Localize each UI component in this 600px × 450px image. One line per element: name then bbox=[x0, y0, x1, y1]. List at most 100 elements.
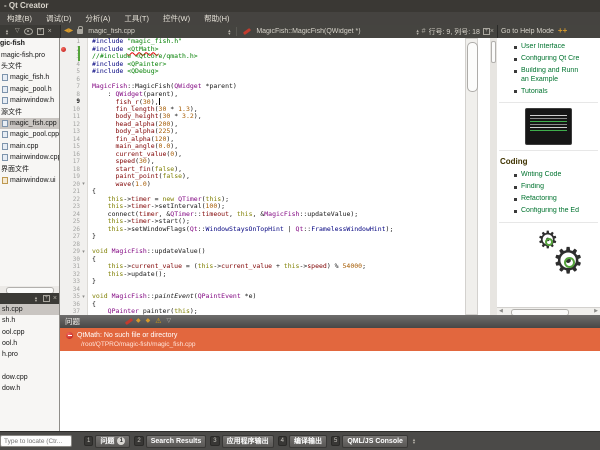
gutter-line[interactable]: 4 bbox=[60, 61, 87, 69]
open-document-item[interactable]: dow.cpp bbox=[0, 372, 59, 383]
tree-item[interactable]: main.cpp bbox=[0, 141, 59, 152]
tree-item[interactable]: magic_pool.h bbox=[0, 84, 59, 95]
gutter-line[interactable]: 28 bbox=[60, 241, 87, 249]
editor-code[interactable]: #include "magic_fish.h"#include <QtMath>… bbox=[88, 38, 490, 315]
tree-item[interactable]: gic-fish bbox=[0, 38, 59, 49]
go-to-help-mode-link[interactable]: Go to Help Mode bbox=[501, 28, 554, 35]
open-document-item[interactable]: sh.h bbox=[0, 315, 59, 326]
help-link[interactable]: Refactoring bbox=[521, 195, 557, 204]
code-line[interactable]: : QWidget(parent), bbox=[92, 91, 490, 99]
tree-item[interactable]: mainwindow.cpp bbox=[0, 152, 59, 163]
symbol-selector-dropdown-icon[interactable] bbox=[416, 29, 420, 35]
tree-item[interactable]: magic-fish.pro bbox=[0, 49, 59, 60]
gutter-line[interactable]: 16 bbox=[60, 151, 87, 159]
tree-item[interactable]: 源文件 bbox=[0, 106, 59, 117]
code-line[interactable]: void MagicFish::updateValue() bbox=[92, 248, 490, 256]
gutter-line[interactable]: 20▾ bbox=[60, 181, 87, 189]
gutter-line[interactable]: 29▾ bbox=[60, 248, 87, 256]
help-link[interactable]: Tutorials bbox=[521, 88, 548, 97]
tree-item[interactable]: magic_fish.h bbox=[0, 72, 59, 83]
code-line[interactable]: this->update(); bbox=[92, 271, 490, 279]
close-icon[interactable] bbox=[48, 25, 52, 39]
sidebar-view-selector-icon[interactable] bbox=[5, 29, 9, 35]
tree-item[interactable]: mainwindow.ui bbox=[0, 175, 59, 186]
code-line[interactable]: paint_point(false), bbox=[92, 173, 490, 181]
help-link[interactable]: Writing Code bbox=[521, 171, 561, 180]
output-pane-button[interactable]: 1 问题 1 bbox=[84, 435, 130, 448]
tree-horizontal-scrollbar[interactable] bbox=[0, 286, 60, 293]
docs-split-icon[interactable] bbox=[43, 295, 50, 302]
tree-item[interactable]: magic_fish.cpp bbox=[0, 118, 59, 129]
output-pane-button[interactable]: 3 应用程序输出 bbox=[210, 435, 273, 448]
gutter-line[interactable]: 21 bbox=[60, 188, 87, 196]
gutter-line[interactable]: 6 bbox=[60, 76, 87, 84]
help-vertical-scrollbar[interactable] bbox=[490, 38, 497, 315]
open-file-selector[interactable]: magic_fish.cpp bbox=[88, 28, 223, 35]
hash-icon[interactable] bbox=[422, 25, 426, 39]
gutter-line[interactable]: 33 bbox=[60, 278, 87, 286]
menu-item[interactable]: 控件(W) bbox=[156, 12, 197, 25]
scroll-right-icon[interactable]: ▶ bbox=[594, 308, 598, 315]
menu-item[interactable]: 工具(T) bbox=[117, 12, 156, 25]
help-link[interactable]: Configuring Qt Cre bbox=[521, 55, 579, 64]
code-line[interactable]: } bbox=[92, 233, 490, 241]
open-document-item[interactable]: h.pro bbox=[0, 349, 59, 360]
gutter-line[interactable]: 23 bbox=[60, 203, 87, 211]
output-pane-button[interactable]: 4 编译输出 bbox=[278, 435, 327, 448]
output-pane-button[interactable]: 5 QML/JS Console bbox=[331, 435, 408, 448]
menu-item[interactable]: 调试(D) bbox=[39, 12, 78, 25]
show-warnings-icon[interactable] bbox=[155, 315, 161, 329]
open-document-item[interactable]: dow.h bbox=[0, 383, 59, 394]
gutter-line[interactable]: 10 bbox=[60, 106, 87, 114]
gutter-line[interactable]: 26 bbox=[60, 226, 87, 234]
open-document-item[interactable]: sh.cpp bbox=[0, 304, 59, 315]
gutter-line[interactable]: 19 bbox=[60, 173, 87, 181]
help-horizontal-scrollbar[interactable]: ◀ ▶ bbox=[497, 307, 600, 315]
gutter-line[interactable]: 18 bbox=[60, 166, 87, 174]
gutter-line[interactable]: 1 bbox=[60, 38, 87, 46]
code-line[interactable]: wave(1.0) bbox=[92, 181, 490, 189]
gutter-line[interactable]: 25 bbox=[60, 218, 87, 226]
gutter-line[interactable]: 35▾ bbox=[60, 293, 87, 301]
split-icon[interactable] bbox=[37, 28, 44, 35]
help-link[interactable]: Configuring the Ed bbox=[521, 207, 579, 216]
menu-item[interactable]: 分析(A) bbox=[78, 12, 117, 25]
gutter-line[interactable]: 34 bbox=[60, 286, 87, 294]
gutter-line[interactable]: 9 bbox=[60, 98, 87, 106]
code-line[interactable]: } bbox=[92, 278, 490, 286]
locator-input[interactable] bbox=[0, 435, 72, 447]
gutter-line[interactable]: 13 bbox=[60, 128, 87, 136]
open-document-item[interactable]: ool.cpp bbox=[0, 327, 59, 338]
gutter-line[interactable]: 11 bbox=[60, 113, 87, 121]
gutter-line[interactable]: 24 bbox=[60, 211, 87, 219]
open-help-page-icon[interactable] bbox=[563, 24, 568, 39]
tree-item[interactable]: mainwindow.h bbox=[0, 95, 59, 106]
gutter-line[interactable]: 14 bbox=[60, 136, 87, 144]
gutter-line[interactable]: 7 bbox=[60, 83, 87, 91]
gutter-line[interactable]: 2 bbox=[60, 46, 87, 54]
gutter-line[interactable]: 27 bbox=[60, 233, 87, 241]
code-line[interactable]: QPainter painter(this); bbox=[92, 308, 490, 315]
prev-issue-icon[interactable] bbox=[136, 315, 141, 328]
file-selector-dropdown-icon[interactable] bbox=[227, 29, 231, 35]
gutter-line[interactable]: 17 bbox=[60, 158, 87, 166]
editor-close-icon[interactable] bbox=[490, 25, 494, 39]
tree-item[interactable]: magic_pool.cpp bbox=[0, 129, 59, 140]
issues-filter-icon[interactable] bbox=[167, 315, 172, 328]
tree-item[interactable]: 界面文件 bbox=[0, 163, 59, 174]
gutter-line[interactable]: 31 bbox=[60, 263, 87, 271]
gutter-line[interactable]: 32 bbox=[60, 271, 87, 279]
open-document-item[interactable] bbox=[0, 360, 59, 371]
issues-pen-icon[interactable] bbox=[125, 318, 133, 325]
menu-item[interactable]: 帮助(H) bbox=[197, 12, 236, 25]
filter-icon[interactable] bbox=[15, 25, 20, 38]
next-issue-icon[interactable] bbox=[146, 315, 151, 328]
tree-item[interactable]: 头文件 bbox=[0, 61, 59, 72]
code-line[interactable]: #include <QDebug> bbox=[92, 68, 490, 76]
gutter-line[interactable]: 12 bbox=[60, 121, 87, 129]
editor-vertical-scrollbar[interactable] bbox=[465, 38, 478, 315]
output-pane-selector-icon[interactable] bbox=[412, 438, 416, 444]
open-document-item[interactable]: ool.h bbox=[0, 338, 59, 349]
gutter-line[interactable]: 3 bbox=[60, 53, 87, 61]
gutter-line[interactable]: 22 bbox=[60, 196, 87, 204]
